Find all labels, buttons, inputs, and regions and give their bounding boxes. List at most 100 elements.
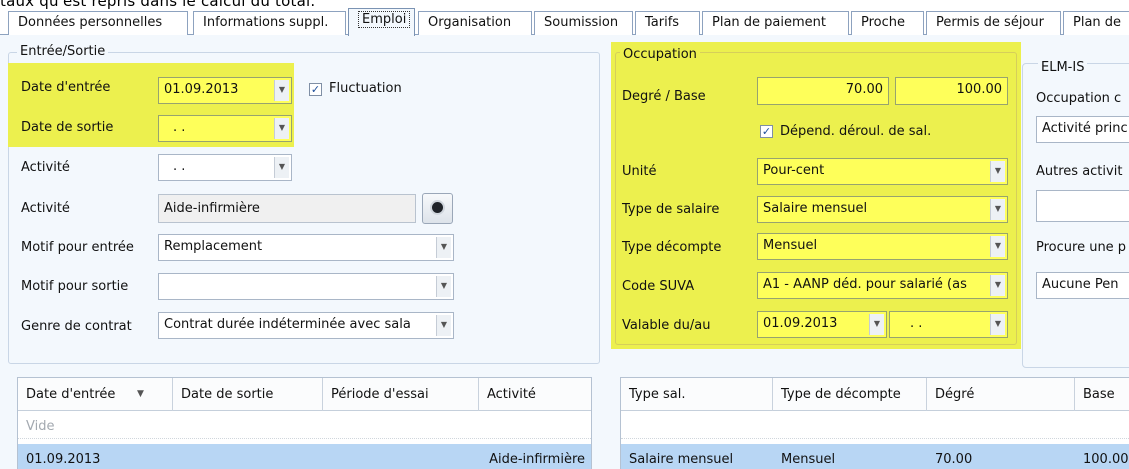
elm-occupation-label: Occupation c (1036, 91, 1122, 106)
chevron-down-icon[interactable]: ▼ (990, 199, 1005, 220)
valable-to-field[interactable]: . . ▼ (889, 311, 1008, 338)
genre-contrat-select[interactable]: Contrat durée indéterminée avec sala ▼ (158, 312, 454, 339)
row-activite: Aide-infirmière (489, 452, 585, 467)
motif-entree-label: Motif pour entrée (21, 240, 134, 255)
code-suva-label: Code SUVA (622, 279, 695, 294)
elm-procure-field[interactable]: Aucune Pen (1036, 272, 1129, 299)
row-date-entree: 01.09.2013 (26, 452, 101, 467)
occupation-title: Occupation (620, 47, 700, 62)
date-sortie-field[interactable]: . . ▼ (158, 115, 292, 142)
type-salaire-select[interactable]: Salaire mensuel ▼ (757, 196, 1008, 223)
type-salaire-label: Type de salaire (622, 202, 720, 217)
date-entree-field[interactable]: 01.09.2013 ▼ (158, 77, 292, 104)
tab-emploi[interactable]: Emploi (348, 8, 415, 36)
chevron-down-icon[interactable]: ▼ (436, 276, 451, 297)
code-suva-value: A1 - AANP déd. pour salarié (as (763, 277, 967, 292)
valable-label: Valable du/au (622, 318, 711, 333)
tab-donnees-personnelles[interactable]: Données personnelles (8, 11, 188, 35)
depend-deroul-checkbox[interactable]: ✓ (760, 125, 773, 138)
motif-sortie-label: Motif pour sortie (21, 279, 129, 294)
tab-informations-suppl[interactable]: Informations suppl. (193, 11, 346, 35)
row-degre: 70.00 (935, 452, 973, 467)
activite-name-label: Activité (21, 201, 70, 216)
motif-entree-value: Remplacement (164, 239, 263, 254)
tab-soumission[interactable]: Soumission (534, 11, 633, 35)
column-type-sal[interactable]: Type sal. (621, 378, 773, 411)
elm-occupation-value: Activité princ (1042, 121, 1128, 136)
entree-sortie-grid: Date d'entrée ▼ Date de sortie Période d… (17, 377, 592, 469)
occupation-grid: Type sal. Type de décompte Dégré Base Sa… (620, 377, 1129, 469)
column-date-sortie[interactable]: Date de sortie (173, 378, 323, 411)
elm-is-title: ELM-IS (1038, 60, 1088, 75)
column-date-entree[interactable]: Date d'entrée ▼ (18, 378, 173, 411)
tab-proche[interactable]: Proche (851, 11, 924, 35)
column-base[interactable]: Base (1075, 378, 1129, 411)
chevron-down-icon[interactable]: ▼ (274, 118, 289, 139)
chevron-down-icon[interactable]: ▼ (274, 157, 289, 178)
table-row[interactable]: Salaire mensuel Mensuel 70.00 100.00 (621, 444, 1129, 469)
empty-row (621, 415, 1129, 439)
lookup-button[interactable] (422, 193, 453, 224)
row-type-decompte: Mensuel (781, 452, 836, 467)
entree-sortie-title: Entrée/Sortie (17, 44, 109, 59)
genre-contrat-value: Contrat durée indéterminée avec sala (164, 317, 411, 332)
base-value: 100.00 (956, 82, 1003, 97)
depend-deroul-label: Dépend. déroul. de sal. (780, 124, 932, 139)
column-activite[interactable]: Activité (479, 378, 592, 411)
column-periode-essai[interactable]: Période d'essai (323, 378, 479, 411)
date-sortie-label: Date de sortie (21, 120, 114, 135)
unite-value: Pour-cent (763, 163, 825, 178)
motif-sortie-select[interactable]: ▼ (158, 273, 454, 300)
chevron-down-icon[interactable]: ▼ (990, 161, 1005, 182)
genre-contrat-label: Genre de contrat (21, 319, 132, 334)
fluctuation-label: Fluctuation (329, 81, 402, 96)
type-salaire-value: Salaire mensuel (763, 201, 868, 216)
chevron-down-icon[interactable]: ▼ (436, 315, 451, 336)
type-decompte-label: Type décompte (622, 240, 722, 255)
elm-autres-label: Autres activit (1036, 164, 1123, 179)
activite-date-field[interactable]: . . ▼ (158, 154, 292, 181)
emploi-panel: Entrée/Sortie Date d'entrée 01.09.2013 ▼… (0, 35, 1129, 469)
tab-plan-de-paiement[interactable]: Plan de paiement (702, 11, 849, 35)
date-sortie-value: . . (173, 120, 186, 135)
elm-occupation-field[interactable]: Activité princ (1036, 116, 1129, 143)
valable-from-value: 01.09.2013 (763, 316, 838, 331)
empty-row: Vide (18, 415, 591, 439)
row-type-sal: Salaire mensuel (629, 452, 734, 467)
elm-procure-label: Procure une p (1036, 240, 1127, 255)
tab-tarifs[interactable]: Tarifs (635, 11, 700, 35)
tab-organisation[interactable]: Organisation (418, 11, 532, 35)
fluctuation-checkbox[interactable]: ✓ (309, 83, 322, 96)
tab-emploi-label: Emploi (358, 11, 411, 28)
table-row[interactable]: 01.09.2013 Aide-infirmière (18, 444, 591, 469)
type-decompte-select[interactable]: Mensuel ▼ (757, 233, 1008, 260)
unite-select[interactable]: Pour-cent ▼ (757, 158, 1008, 185)
degre-field[interactable]: 70.00 (757, 77, 889, 105)
column-type-decompte[interactable]: Type de décompte (773, 378, 927, 411)
tab-plan-de[interactable]: Plan de (1063, 11, 1129, 35)
row-base: 100.00 (1083, 452, 1129, 467)
chevron-down-icon[interactable]: ▼ (274, 80, 289, 101)
type-decompte-value: Mensuel (763, 238, 818, 253)
chevron-down-icon[interactable]: ▼ (436, 237, 451, 258)
valable-from-field[interactable]: 01.09.2013 ▼ (757, 311, 887, 338)
column-date-entree-label: Date d'entrée (26, 387, 116, 402)
chevron-down-icon[interactable]: ▼ (990, 275, 1005, 296)
unite-label: Unité (622, 164, 657, 179)
chevron-down-icon[interactable]: ▼ (869, 314, 884, 335)
tab-permis-de-sejour[interactable]: Permis de séjour (926, 11, 1061, 35)
code-suva-select[interactable]: A1 - AANP déd. pour salarié (as ▼ (757, 272, 1008, 299)
activite-name-value: Aide-infirmière (164, 201, 260, 216)
date-entree-value: 01.09.2013 (164, 82, 239, 97)
activite-date-value: . . (173, 159, 186, 174)
valable-to-value: . . (910, 316, 923, 331)
column-degre[interactable]: Dégré (927, 378, 1075, 411)
elm-autres-field[interactable] (1036, 190, 1129, 222)
sort-arrow-icon: ▼ (137, 389, 144, 399)
grid-header: Date d'entrée ▼ Date de sortie Période d… (18, 378, 591, 411)
disc-icon (430, 200, 445, 215)
motif-entree-select[interactable]: Remplacement ▼ (158, 234, 454, 261)
chevron-down-icon[interactable]: ▼ (990, 236, 1005, 257)
chevron-down-icon[interactable]: ▼ (990, 314, 1005, 335)
base-field[interactable]: 100.00 (895, 77, 1008, 105)
